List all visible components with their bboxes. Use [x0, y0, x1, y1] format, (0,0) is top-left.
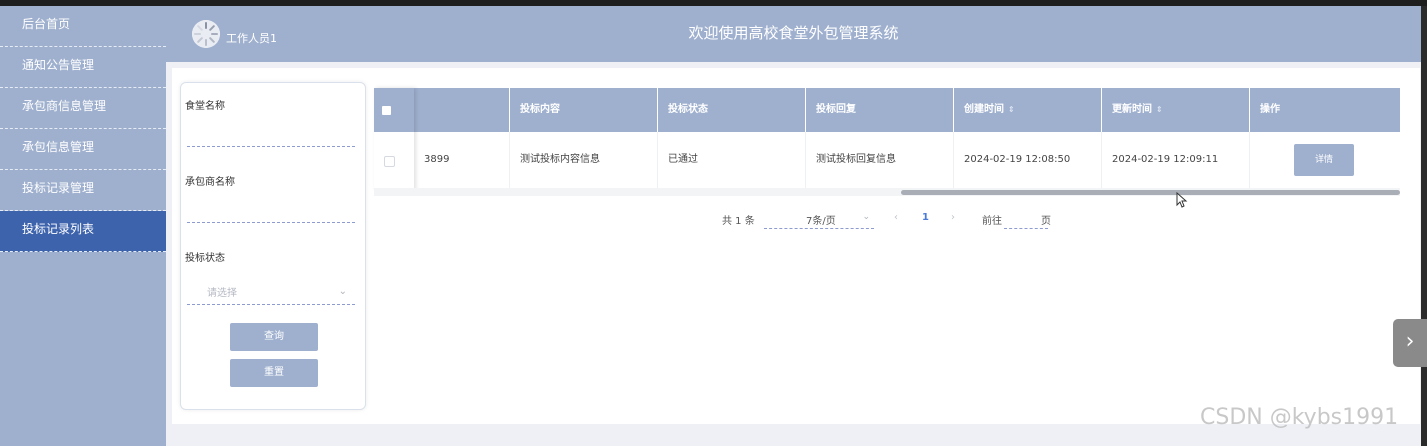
main-content: 食堂名称 承包商名称 投标状态 请选择 ⌄ 查询 重置 投标内容 投标状态 投标… [172, 68, 1420, 424]
checkbox-column-header [374, 88, 414, 132]
sort-icon[interactable]: ⇕ [1156, 105, 1163, 114]
chevron-down-icon: ⌄ [862, 212, 870, 222]
sidebar-item-notice-management[interactable]: 通知公告管理 [0, 47, 166, 88]
contractor-name-label: 承包商名称 [185, 177, 235, 188]
sort-icon[interactable]: ⇕ [1008, 105, 1015, 114]
query-button[interactable]: 查询 [230, 323, 318, 351]
column-header-action: 操作 [1260, 104, 1280, 115]
pagination-page-number[interactable]: 1 [922, 212, 929, 223]
contractor-name-input[interactable] [187, 221, 355, 223]
page-size-select[interactable]: 7条/页 ⌄ [764, 206, 874, 229]
column-header-reply: 投标回复 [806, 88, 954, 132]
page-suffix-label: 页 [1041, 216, 1051, 227]
sidebar-item-contract-info[interactable]: 承包信息管理 [0, 129, 166, 170]
updated-header-label: 更新时间 [1112, 104, 1152, 115]
bid-status-label: 投标状态 [185, 253, 225, 264]
bid-record-table: 投标内容 投标状态 投标回复 创建时间 ⇕ 更新时间 ⇕ 操作 3899 测试投标内… [374, 88, 1400, 196]
column-header-created[interactable]: 创建时间 ⇕ [954, 88, 1102, 132]
column-header-content: 投标内容 [510, 88, 658, 132]
cell-reply: 测试投标回复信息 [806, 132, 954, 188]
app-root: 后台首页 通知公告管理 承包商信息管理 承包信息管理 投标记录管理 投标记录列表 [0, 6, 1421, 446]
mouse-cursor-icon [1176, 192, 1188, 208]
column-header-status: 投标状态 [658, 88, 806, 132]
fixed-checkbox-column [374, 88, 414, 191]
sidebar-item-contractor-info[interactable]: 承包商信息管理 [0, 88, 166, 129]
created-header-label: 创建时间 [964, 104, 1004, 115]
table-row: 3899 测试投标内容信息 已通过 测试投标回复信息 2024-02-19 12… [374, 132, 1400, 189]
bid-status-select[interactable]: 请选择 ⌄ [187, 276, 355, 305]
reset-button[interactable]: 重置 [230, 359, 318, 387]
sidebar: 后台首页 通知公告管理 承包商信息管理 承包信息管理 投标记录管理 投标记录列表 [0, 6, 166, 446]
goto-label: 前往 [982, 216, 1002, 227]
cell-created: 2024-02-19 12:08:50 [954, 132, 1102, 188]
page-title: 欢迎使用高校食堂外包管理系统 [688, 24, 899, 42]
prev-page-icon[interactable]: ‹ [894, 212, 898, 223]
row-checkbox[interactable] [384, 156, 395, 167]
sidebar-item-bid-record-list[interactable]: 投标记录列表 [0, 211, 166, 252]
scrollbar-thumb[interactable] [901, 190, 1400, 195]
cell-updated: 2024-02-19 12:09:11 [1102, 132, 1250, 188]
cell-content: 测试投标内容信息 [510, 132, 658, 188]
chevron-down-icon: ⌄ [338, 286, 347, 297]
detail-button[interactable]: 详情 [1294, 144, 1354, 176]
chevron-right-icon[interactable]: › [1393, 319, 1427, 367]
cell-action: 详情 [1250, 132, 1400, 188]
canteen-name-label: 食堂名称 [185, 101, 225, 112]
table-header: 投标内容 投标状态 投标回复 创建时间 ⇕ 更新时间 ⇕ 操作 [374, 88, 1400, 132]
cell-status: 已通过 [658, 132, 806, 188]
column-header-id [414, 88, 510, 132]
next-page-icon[interactable]: › [951, 212, 955, 223]
sidebar-item-bid-records[interactable]: 投标记录管理 [0, 170, 166, 211]
search-panel: 食堂名称 承包商名称 投标状态 请选择 ⌄ 查询 重置 [180, 82, 366, 410]
select-all-checkbox[interactable] [382, 106, 391, 115]
sidebar-item-home[interactable]: 后台首页 [0, 6, 166, 47]
horizontal-scrollbar[interactable] [374, 188, 1400, 196]
header: 工作人员1 欢迎使用高校食堂外包管理系统 [166, 6, 1421, 62]
column-header-updated[interactable]: 更新时间 ⇕ [1102, 88, 1250, 132]
watermark: CSDN @kybs1991 [1200, 405, 1399, 430]
pagination-total: 共 1 条 [722, 216, 755, 227]
cell-id: 3899 [414, 132, 510, 188]
canteen-name-input[interactable] [187, 145, 355, 147]
page-size-value: 7条/页 [806, 216, 836, 227]
bid-status-placeholder: 请选择 [207, 288, 237, 299]
